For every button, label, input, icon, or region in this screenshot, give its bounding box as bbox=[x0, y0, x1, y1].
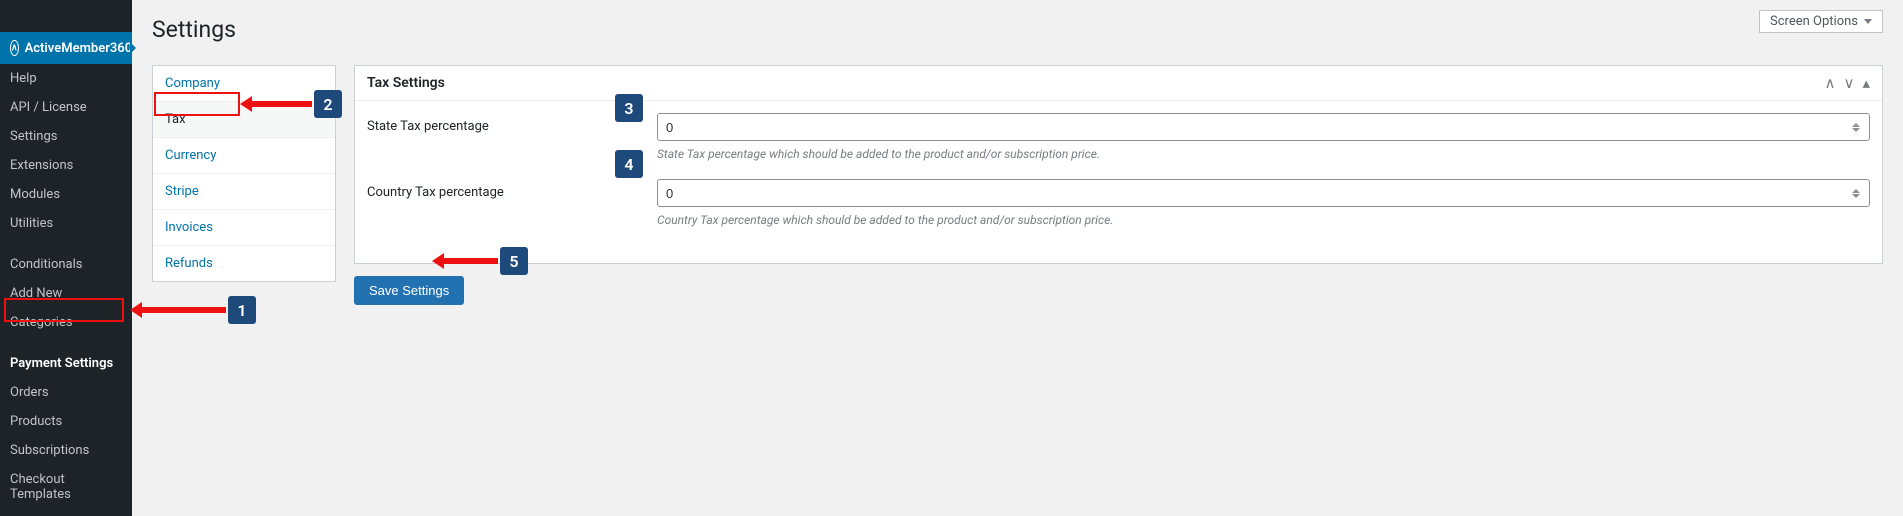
tab-currency[interactable]: Currency bbox=[153, 138, 335, 174]
page-title: Settings bbox=[152, 10, 236, 49]
callout-5: 5 bbox=[500, 247, 528, 275]
panel-controls: ∧ ∨ ▴ bbox=[1825, 74, 1871, 92]
sidebar-item-subscriptions[interactable]: Subscriptions bbox=[0, 436, 132, 465]
sidebar-item-payment-settings[interactable]: Payment Settings bbox=[0, 349, 132, 378]
state-tax-input[interactable] bbox=[657, 113, 1870, 141]
sidebar-item-utilities[interactable]: Utilities bbox=[0, 209, 132, 238]
collapse-icon[interactable]: ▴ bbox=[1862, 74, 1870, 92]
country-tax-input[interactable] bbox=[657, 179, 1870, 207]
screen-options-label: Screen Options bbox=[1770, 14, 1858, 29]
callout-3: 3 bbox=[615, 94, 643, 122]
tab-refunds[interactable]: Refunds bbox=[153, 246, 335, 281]
stepper-up-icon[interactable] bbox=[1852, 189, 1860, 193]
sidebar-item-settings[interactable]: Settings bbox=[0, 122, 132, 151]
active-marker-icon bbox=[130, 42, 136, 54]
sidebar-spacer bbox=[0, 0, 132, 32]
arrow-5 bbox=[442, 258, 498, 264]
panel-title: Tax Settings bbox=[367, 75, 1825, 91]
chevron-up-icon[interactable]: ∧ bbox=[1825, 74, 1836, 92]
arrow-2 bbox=[250, 101, 312, 107]
stepper-down-icon[interactable] bbox=[1852, 128, 1860, 132]
stepper-down-icon[interactable] bbox=[1852, 194, 1860, 198]
chevron-down-icon[interactable]: ∨ bbox=[1843, 74, 1854, 92]
sidebar-item-help[interactable]: Help bbox=[0, 64, 132, 93]
sidebar-separator bbox=[0, 337, 132, 349]
state-tax-row: State Tax percentage State Tax percentag… bbox=[367, 113, 1870, 161]
sidebar-item-api-license[interactable]: API / License bbox=[0, 93, 132, 122]
country-tax-label: Country Tax percentage bbox=[367, 179, 657, 200]
country-tax-field: Country Tax percentage which should be a… bbox=[657, 179, 1870, 227]
admin-sidebar: ∧ ActiveMember360 Help API / License Set… bbox=[0, 0, 132, 516]
main-content: Settings Screen Options Company Tax Curr… bbox=[132, 0, 1903, 315]
page-header: Settings Screen Options bbox=[152, 10, 1883, 49]
callout-4: 4 bbox=[615, 150, 643, 178]
stepper-up-icon[interactable] bbox=[1852, 123, 1860, 127]
content-row: Company Tax Currency Stripe Invoices Ref… bbox=[152, 65, 1883, 305]
sidebar-item-products[interactable]: Products bbox=[0, 407, 132, 436]
sidebar-item-add-new[interactable]: Add New bbox=[0, 279, 132, 308]
state-tax-label: State Tax percentage bbox=[367, 113, 657, 134]
country-tax-row: Country Tax percentage Country Tax perce… bbox=[367, 179, 1870, 227]
sidebar-item-extensions[interactable]: Extensions bbox=[0, 151, 132, 180]
state-tax-help: State Tax percentage which should be add… bbox=[657, 147, 1870, 161]
tab-invoices[interactable]: Invoices bbox=[153, 210, 335, 246]
callout-2: 2 bbox=[314, 90, 342, 118]
save-settings-button[interactable]: Save Settings bbox=[354, 276, 464, 305]
tab-stripe[interactable]: Stripe bbox=[153, 174, 335, 210]
panel-header: Tax Settings ∧ ∨ ▴ bbox=[355, 66, 1882, 101]
sidebar-item-checkout-templates[interactable]: Checkout Templates bbox=[0, 465, 132, 509]
sidebar-item-categories[interactable]: Categories bbox=[0, 308, 132, 337]
panel-body: State Tax percentage State Tax percentag… bbox=[355, 101, 1882, 263]
sidebar-item-orders[interactable]: Orders bbox=[0, 378, 132, 407]
tax-settings-box: Tax Settings ∧ ∨ ▴ State Tax percentage bbox=[354, 65, 1883, 264]
country-tax-help: Country Tax percentage which should be a… bbox=[657, 213, 1870, 227]
sidebar-brand[interactable]: ∧ ActiveMember360 bbox=[0, 32, 132, 64]
brand-logo-icon: ∧ bbox=[10, 40, 19, 56]
chevron-down-icon bbox=[1864, 19, 1872, 24]
brand-label: ActiveMember360 bbox=[25, 41, 133, 56]
number-stepper[interactable] bbox=[1852, 118, 1866, 136]
callout-1: 1 bbox=[228, 296, 256, 324]
screen-options-button[interactable]: Screen Options bbox=[1759, 10, 1883, 33]
state-tax-field: State Tax percentage which should be add… bbox=[657, 113, 1870, 161]
sidebar-item-conditionals[interactable]: Conditionals bbox=[0, 250, 132, 279]
sidebar-item-modules[interactable]: Modules bbox=[0, 180, 132, 209]
sidebar-separator bbox=[0, 238, 132, 250]
number-stepper[interactable] bbox=[1852, 184, 1866, 202]
arrow-1 bbox=[140, 307, 226, 313]
settings-panel: Tax Settings ∧ ∨ ▴ State Tax percentage bbox=[354, 65, 1883, 305]
